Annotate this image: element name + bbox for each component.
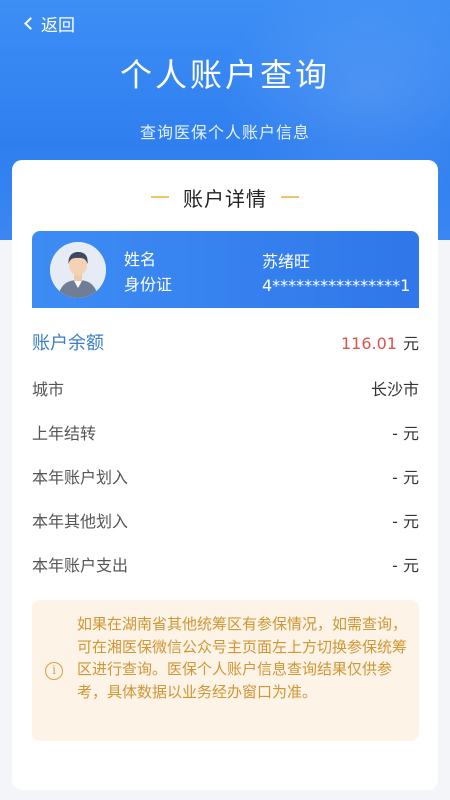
account-detail-card: 账户详情 姓名 身份证 苏绪旺 4****************1 账户余额 … (12, 160, 438, 790)
balance-amount: 116.01 (341, 334, 397, 353)
row-value: 长沙市 (370, 380, 419, 399)
avatar (50, 242, 106, 298)
balance-row: 账户余额 116.01 元 (32, 327, 419, 357)
info-row-other-in: 本年其他划入 - 元 (32, 505, 419, 535)
row-value: - 元 (392, 556, 419, 575)
id-value: 4****************1 (262, 276, 411, 295)
user-values: 苏绪旺 4****************1 (262, 250, 410, 298)
row-value: - 元 (392, 424, 419, 443)
chevron-left-icon (24, 16, 37, 30)
heading-dash-right (281, 196, 299, 198)
info-row-last-year: 上年结转 - 元 (32, 417, 419, 447)
heading-dash-left (151, 196, 169, 198)
user-labels: 姓名 身份证 (124, 247, 172, 297)
row-label: 本年账户支出 (32, 556, 129, 575)
row-value: - 元 (392, 512, 419, 531)
user-avatar-icon (50, 242, 106, 298)
name-value: 苏绪旺 (262, 252, 311, 271)
card-heading: 账户详情 (12, 182, 438, 212)
info-row-account-out: 本年账户支出 - 元 (32, 549, 419, 579)
user-info-panel: 姓名 身份证 苏绪旺 4****************1 (32, 231, 419, 308)
page-title: 个人账户查询 (119, 56, 330, 94)
id-label: 身份证 (124, 275, 173, 294)
info-row-account-in: 本年账户划入 - 元 (32, 461, 419, 491)
balance-value: 116.01 元 (341, 330, 419, 354)
page-subtitle: 查询医保个人账户信息 (139, 123, 310, 142)
name-label: 姓名 (124, 250, 157, 269)
row-label: 本年账户划入 (32, 468, 129, 487)
info-row-city: 城市 长沙市 (32, 373, 419, 403)
card-heading-text: 账户详情 (183, 186, 267, 211)
info-icon: i (45, 662, 63, 680)
balance-label: 账户余额 (32, 333, 104, 354)
row-label: 上年结转 (32, 424, 97, 443)
row-label: 本年其他划入 (32, 512, 129, 531)
notice-text: 如果在湖南省其他统筹区有参保情况，如需查询，可在湘医保微信公众号主页面左上方切换… (77, 615, 408, 701)
notice-box: i 如果在湖南省其他统筹区有参保情况，如需查询，可在湘医保微信公众号主页面左上方… (32, 600, 419, 741)
row-value: - 元 (392, 468, 419, 487)
back-label: 返回 (41, 15, 75, 36)
back-button[interactable]: 返回 (24, 10, 75, 36)
balance-unit: 元 (402, 334, 419, 353)
row-label: 城市 (32, 380, 65, 399)
